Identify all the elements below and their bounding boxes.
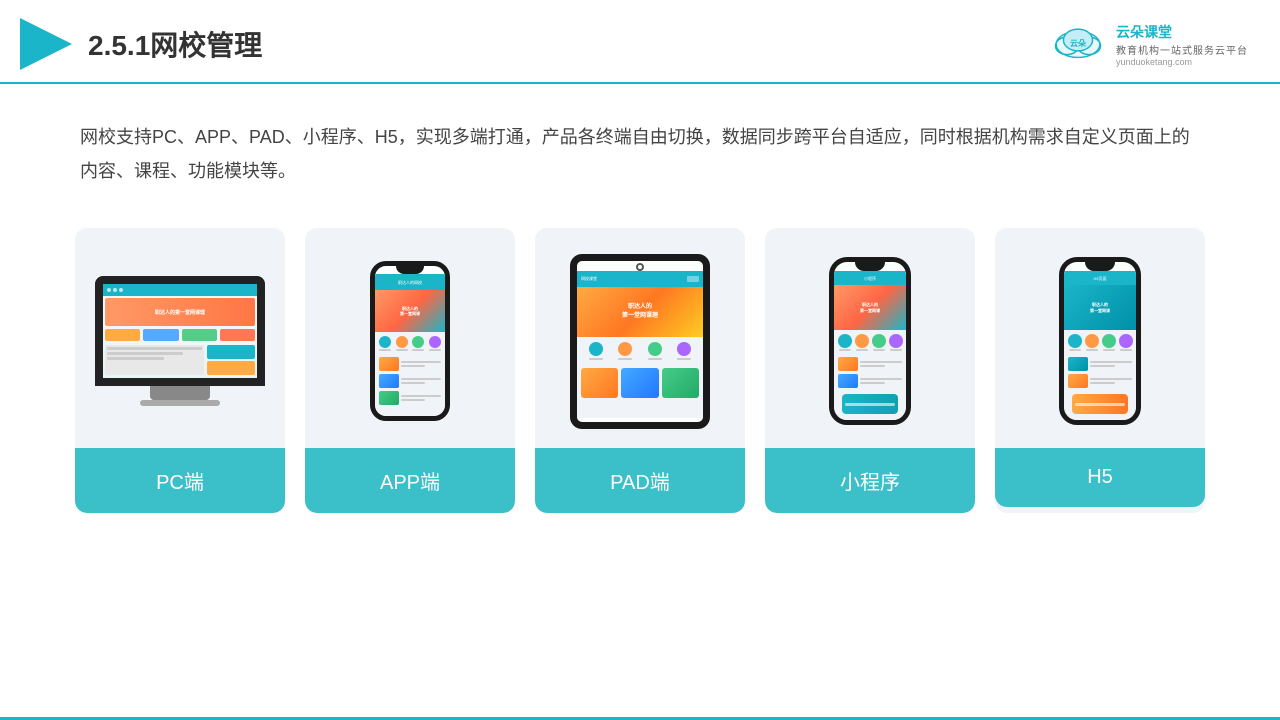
card-h5: H5页面 职达人的第一堂网课 <box>995 228 1205 513</box>
cards-container: 职达人的第一堂网课理 <box>0 208 1280 533</box>
phone-app-icon: 职达人的网校 职达人的第一堂网课 <box>370 261 450 421</box>
card-image-pc: 职达人的第一堂网课理 <box>75 228 285 448</box>
card-label-h5: H5 <box>995 448 1205 507</box>
logo-main-text: 云朵课堂 <box>1116 22 1172 42</box>
logo-tagline: 教育机构一站式服务云平台 <box>1116 42 1248 57</box>
header: 2.5.1网校管理 云朵 云朵课堂 教育机构一站式服务云平台 yunduoket… <box>0 0 1280 84</box>
card-miniprogram: 小程序 职达人的第一堂网课 <box>765 228 975 513</box>
pc-monitor-icon: 职达人的第一堂网课理 <box>95 276 265 406</box>
header-left: 2.5.1网校管理 <box>20 18 262 70</box>
card-app: 职达人的网校 职达人的第一堂网课 <box>305 228 515 513</box>
card-label-miniprogram: 小程序 <box>765 448 975 513</box>
card-pc: 职达人的第一堂网课理 <box>75 228 285 513</box>
card-label-pad: PAD端 <box>535 448 745 513</box>
phone-h5-icon: H5页面 职达人的第一堂网课 <box>1059 257 1141 425</box>
card-image-h5: H5页面 职达人的第一堂网课 <box>995 228 1205 448</box>
card-image-miniprogram: 小程序 职达人的第一堂网课 <box>765 228 975 448</box>
logo-cloud-icon: 云朵 <box>1048 24 1108 64</box>
page-title: 2.5.1网校管理 <box>88 24 262 64</box>
logo-area: 云朵 云朵课堂 教育机构一站式服务云平台 yunduoketang.com <box>1048 22 1248 67</box>
play-icon <box>20 18 72 70</box>
card-image-app: 职达人的网校 职达人的第一堂网课 <box>305 228 515 448</box>
card-label-pc: PC端 <box>75 448 285 513</box>
card-image-pad: 网校课堂 职达人的第一堂网课理 <box>535 228 745 448</box>
phone-miniprogram-icon: 小程序 职达人的第一堂网课 <box>829 257 911 425</box>
tablet-pad-icon: 网校课堂 职达人的第一堂网课理 <box>570 254 710 429</box>
logo-url: yunduoketang.com <box>1116 57 1192 67</box>
card-label-app: APP端 <box>305 448 515 513</box>
svg-text:云朵: 云朵 <box>1070 38 1086 48</box>
logo-text: 云朵课堂 教育机构一站式服务云平台 yunduoketang.com <box>1116 22 1248 67</box>
card-pad: 网校课堂 职达人的第一堂网课理 <box>535 228 745 513</box>
description-text: 网校支持PC、APP、PAD、小程序、H5，实现多端打通，产品各终端自由切换，数… <box>0 84 1280 208</box>
